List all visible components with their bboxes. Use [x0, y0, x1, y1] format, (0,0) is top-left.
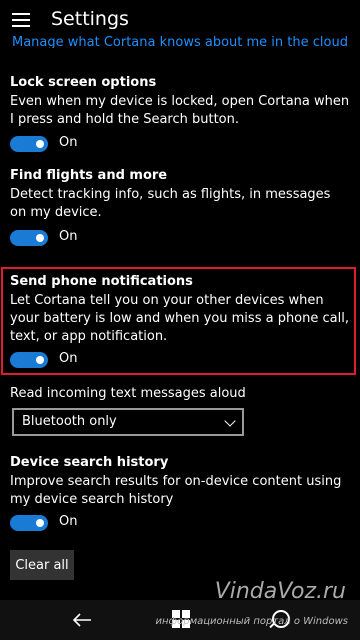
cortana-cloud-link[interactable]: Manage what Cortana knows about me in th… — [12, 32, 348, 48]
history-section: Device search history Improve search res… — [10, 454, 350, 509]
toggle-knob — [36, 519, 44, 527]
chevron-down-icon — [224, 415, 236, 427]
find-flights-toggle[interactable] — [10, 230, 48, 246]
phone-notifications-desc: Let Cortana tell you on your other devic… — [10, 293, 349, 344]
find-flights-desc: Detect tracking info, such as flights, i… — [10, 187, 331, 220]
phone-notifications-section: Send phone notifications Let Cortana tel… — [10, 273, 350, 346]
toggle-knob — [36, 140, 44, 148]
lock-screen-desc: Even when my device is locked, open Cort… — [10, 94, 350, 127]
phone-notifications-toggle-label: On — [59, 351, 78, 366]
find-flights-section: Find flights and more Detect tracking in… — [10, 167, 350, 222]
toggle-knob — [36, 234, 44, 242]
history-desc: Improve search results for on-device con… — [10, 474, 342, 507]
read-aloud-value: Bluetooth only — [22, 414, 117, 429]
lock-screen-toggle-label: On — [59, 135, 78, 150]
history-toggle[interactable] — [10, 515, 48, 531]
find-flights-title: Find flights and more — [10, 168, 168, 183]
read-aloud-select[interactable]: Bluetooth only — [12, 408, 244, 436]
read-aloud-label: Read incoming text messages aloud — [10, 386, 246, 401]
read-aloud-section: Read incoming text messages aloud — [10, 384, 350, 403]
lock-screen-toggle[interactable] — [10, 136, 48, 152]
history-title: Device search history — [10, 455, 169, 470]
history-toggle-label: On — [59, 514, 78, 529]
page-title: Settings — [51, 8, 129, 30]
phone-notifications-toggle[interactable] — [10, 352, 48, 368]
lock-screen-title: Lock screen options — [10, 75, 157, 90]
watermark-site: VindaVoz.ru — [214, 579, 346, 604]
find-flights-toggle-label: On — [59, 229, 78, 244]
back-arrow-icon[interactable] — [72, 612, 92, 628]
lock-screen-section: Lock screen options Even when my device … — [10, 74, 350, 129]
clear-all-button[interactable]: Clear all — [10, 550, 74, 580]
watermark-caption: информационный портал о Windows — [155, 616, 348, 627]
toggle-knob — [36, 356, 44, 364]
phone-notifications-title: Send phone notifications — [10, 274, 193, 289]
hamburger-menu-icon[interactable] — [12, 13, 30, 27]
